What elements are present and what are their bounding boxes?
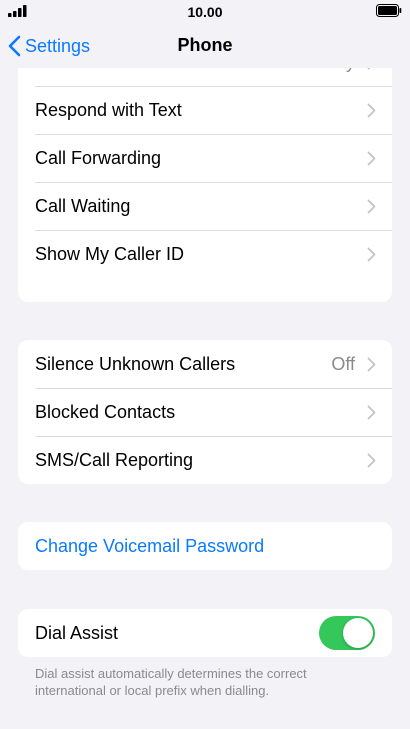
row-label: Respond with Text (35, 99, 182, 120)
chevron-right-icon (367, 103, 376, 117)
show-my-caller-id-row[interactable]: Show My Caller ID (18, 230, 392, 278)
row-label: Show My Caller ID (35, 243, 185, 264)
change-voicemail-password-row[interactable]: Change Voicemail Password (18, 522, 392, 570)
chevron-right-icon (367, 151, 376, 165)
phone-settings-screen: 10.00 Settings Phone Calls on Other Devi… (0, 0, 410, 729)
dial-assist-row: Dial Assist (18, 609, 392, 657)
chevron-right-icon (367, 199, 376, 213)
chevron-right-icon (367, 453, 376, 467)
calls-settings-group: Calls on Other Devices When Nearby Respo… (18, 38, 392, 302)
blocked-contacts-row[interactable]: Blocked Contacts (18, 388, 392, 436)
row-label: Silence Unknown Callers (35, 353, 236, 374)
chevron-right-icon (367, 247, 376, 261)
chevron-right-icon (367, 357, 376, 371)
row-label: SMS/Call Reporting (35, 449, 194, 470)
chevron-right-icon (367, 405, 376, 419)
dial-assist-toggle[interactable] (319, 616, 375, 650)
row-label: Call Waiting (35, 195, 131, 216)
blocking-settings-group: Silence Unknown Callers Off Blocked Cont… (18, 340, 392, 484)
voicemail-settings-group: Change Voicemail Password (18, 522, 392, 570)
row-value: Off (331, 353, 355, 374)
navigation-bar: Settings Phone (0, 24, 410, 68)
row-label: Blocked Contacts (35, 401, 176, 422)
status-time: 10.00 (187, 4, 223, 20)
call-forwarding-row[interactable]: Call Forwarding (18, 134, 392, 182)
page-title: Phone (177, 35, 233, 55)
status-bar: 10.00 (0, 0, 410, 24)
row-label: Dial Assist (35, 622, 119, 643)
sms-call-reporting-row[interactable]: SMS/Call Reporting (18, 436, 392, 484)
battery-icon (376, 4, 402, 17)
dial-assist-group: Dial Assist (18, 609, 392, 657)
respond-with-text-row[interactable]: Respond with Text (18, 86, 392, 134)
change-voicemail-password-link[interactable]: Change Voicemail Password (35, 536, 376, 557)
silence-unknown-callers-row[interactable]: Silence Unknown Callers Off (18, 340, 392, 388)
row-label: Call Forwarding (35, 147, 162, 168)
dial-assist-footnote: Dial assist automatically determines the… (35, 666, 307, 698)
toggle-knob (343, 618, 373, 648)
call-waiting-row[interactable]: Call Waiting (18, 182, 392, 230)
